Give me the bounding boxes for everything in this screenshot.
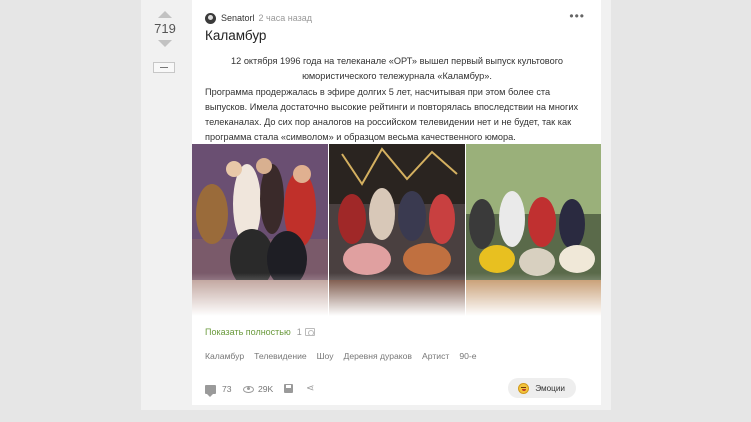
downvote-arrow-icon[interactable]: [158, 40, 172, 47]
post-title[interactable]: Каламбур: [205, 28, 266, 43]
upvote-arrow-icon[interactable]: [158, 11, 172, 18]
more-dots-icon[interactable]: •••: [569, 10, 585, 22]
collapse-post-button[interactable]: [153, 62, 175, 73]
post-card: Senatorl 2 часа назад ••• Каламбур 12 ок…: [192, 0, 601, 405]
tag[interactable]: Шоу: [317, 351, 334, 361]
post-paragraph: 12 октября 1996 года на телеканале «ОРТ»…: [231, 56, 563, 82]
author-name[interactable]: Senatorl: [221, 13, 255, 23]
image-count: 1: [296, 327, 302, 337]
comment-icon: [205, 384, 216, 397]
emoji-icon: [518, 382, 530, 394]
show-more: Показать полностью 1: [205, 327, 315, 337]
save-button[interactable]: [284, 384, 293, 393]
post-time: 2 часа назад: [258, 13, 312, 23]
view-count: 29K: [258, 384, 274, 394]
vote-count: 719: [154, 21, 176, 36]
camera-icon: [304, 328, 315, 336]
post-footer: 73 29K ⋖ Эмоции: [205, 378, 589, 400]
views-stat: 29K: [243, 384, 273, 394]
emotions-label: Эмоции: [535, 383, 565, 393]
post-header: Senatorl 2 часа назад: [205, 10, 312, 26]
comment-count: 73: [222, 384, 232, 394]
comments-button[interactable]: 73: [205, 384, 232, 397]
show-more-link[interactable]: Показать полностью: [205, 327, 291, 337]
post-body: 12 октября 1996 года на телеканале «ОРТ»…: [205, 54, 589, 146]
tag[interactable]: Телевидение: [254, 351, 307, 361]
share-icon: ⋖: [306, 383, 315, 394]
tag-list: Каламбур Телевидение Шоу Деревня дураков…: [205, 351, 487, 361]
vote-column: 719: [141, 0, 189, 410]
tag[interactable]: Артист: [422, 351, 449, 361]
emotions-button[interactable]: Эмоции: [508, 378, 576, 398]
tag[interactable]: Каламбур: [205, 351, 244, 361]
post-image[interactable]: [192, 144, 601, 316]
feed-page: 719 Senatorl 2 часа назад ••• Каламбур 1…: [141, 0, 611, 410]
post-paragraph: Программа продержалась в эфире долгих 5 …: [205, 86, 579, 143]
tag[interactable]: 90-е: [459, 351, 476, 361]
avatar[interactable]: [205, 12, 216, 24]
save-icon: [284, 384, 293, 393]
tag[interactable]: Деревня дураков: [344, 351, 413, 361]
eye-icon: [243, 385, 254, 393]
share-button[interactable]: ⋖: [306, 383, 315, 394]
